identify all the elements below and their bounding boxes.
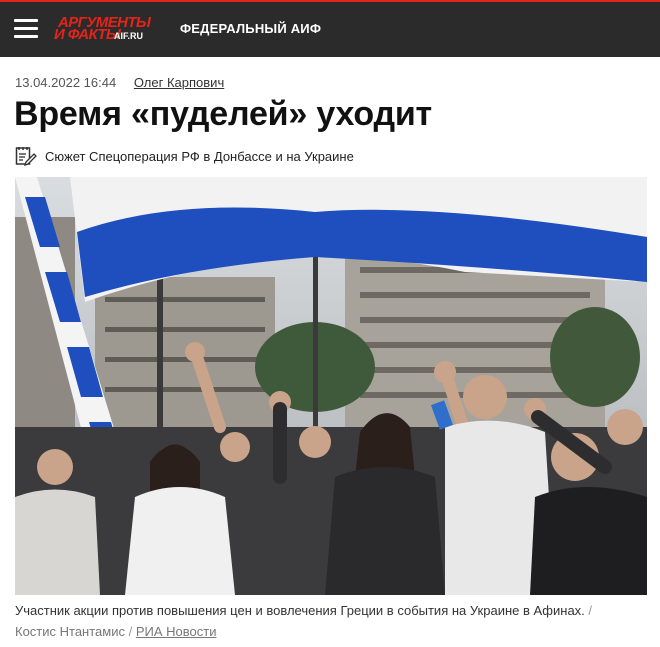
logo-text-line2: И ФАКТЫ: [54, 26, 121, 43]
site-logo[interactable]: АРГУМЕНТЫ И ФАКТЫ AIF.RU: [54, 15, 154, 43]
story-link[interactable]: Сюжет Спецоперация РФ в Донбассе и на Ук…: [15, 146, 354, 166]
caption-text: Участник акции против повышения цен и во…: [15, 603, 585, 618]
hamburger-menu-icon[interactable]: [14, 19, 38, 39]
story-notepad-icon: [15, 147, 37, 166]
top-navigation-bar: АРГУМЕНТЫ И ФАКТЫ AIF.RU ФЕДЕРАЛЬНЫЙ АИФ: [0, 0, 660, 57]
article-photo: [15, 177, 647, 595]
author-link[interactable]: Олег Карпович: [134, 75, 224, 90]
photo-credit: Костис Нтантамис: [15, 624, 125, 639]
photo-source-link[interactable]: РИА Новости: [136, 624, 217, 639]
caption-separator: /: [588, 603, 593, 618]
section-link-federal[interactable]: ФЕДЕРАЛЬНЫЙ АИФ: [180, 21, 321, 36]
article-date: 13.04.2022 16:44: [15, 75, 117, 90]
article-meta: 13.04.2022 16:44 Олег Карпович: [15, 75, 224, 90]
photo-caption: Участник акции против повышения цен и во…: [15, 600, 647, 642]
article-title: Время «пуделей» уходит: [14, 95, 432, 133]
protest-photo-illustration: [15, 177, 647, 595]
story-label: Сюжет Спецоперация РФ в Донбассе и на Ук…: [45, 148, 354, 164]
logo-domain: AIF.RU: [114, 31, 143, 41]
caption-separator: /: [128, 624, 133, 639]
